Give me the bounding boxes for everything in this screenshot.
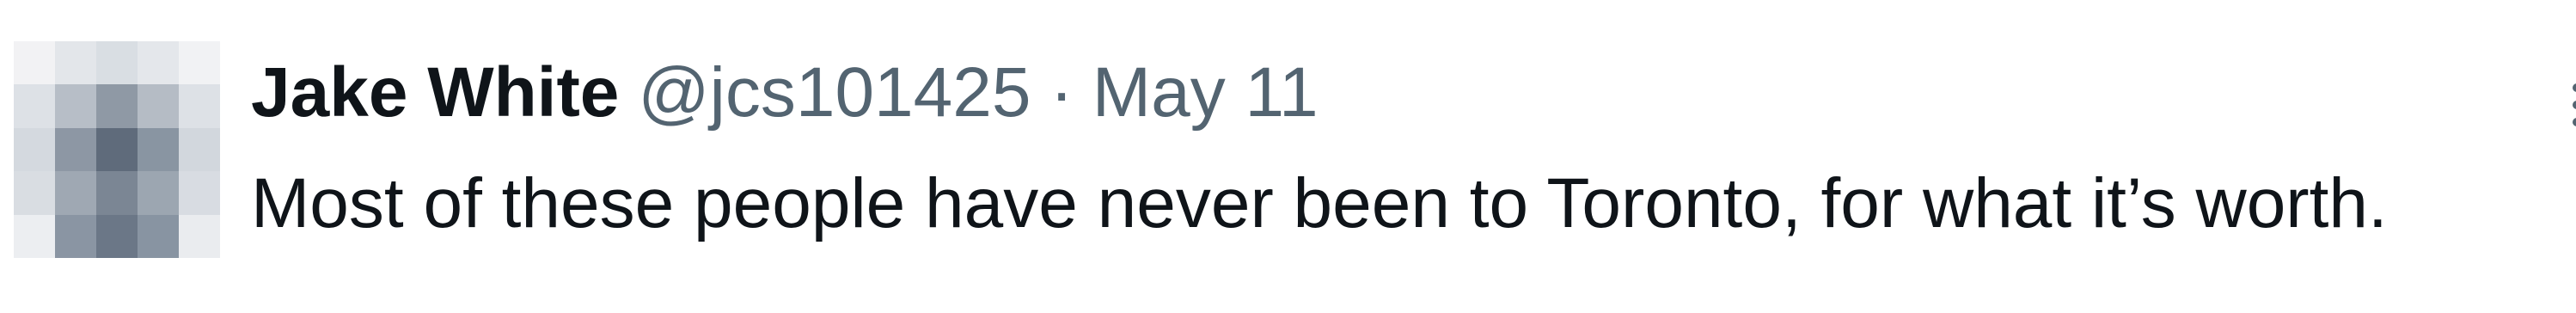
avatar[interactable] xyxy=(14,41,220,258)
tweet[interactable]: Jake White @jcs101425 · May 11 Most of t… xyxy=(0,0,2576,313)
tweet-timestamp[interactable]: May 11 xyxy=(1092,50,1319,136)
author-handle[interactable]: @jcs101425 xyxy=(638,50,1031,136)
separator-dot: · xyxy=(1049,53,1074,132)
tweet-header: Jake White @jcs101425 · May 11 xyxy=(251,50,1319,136)
more-options-icon[interactable] xyxy=(2551,62,2576,139)
tweet-text: Most of these people have never been to … xyxy=(251,164,2388,242)
author-display-name[interactable]: Jake White xyxy=(251,50,619,136)
